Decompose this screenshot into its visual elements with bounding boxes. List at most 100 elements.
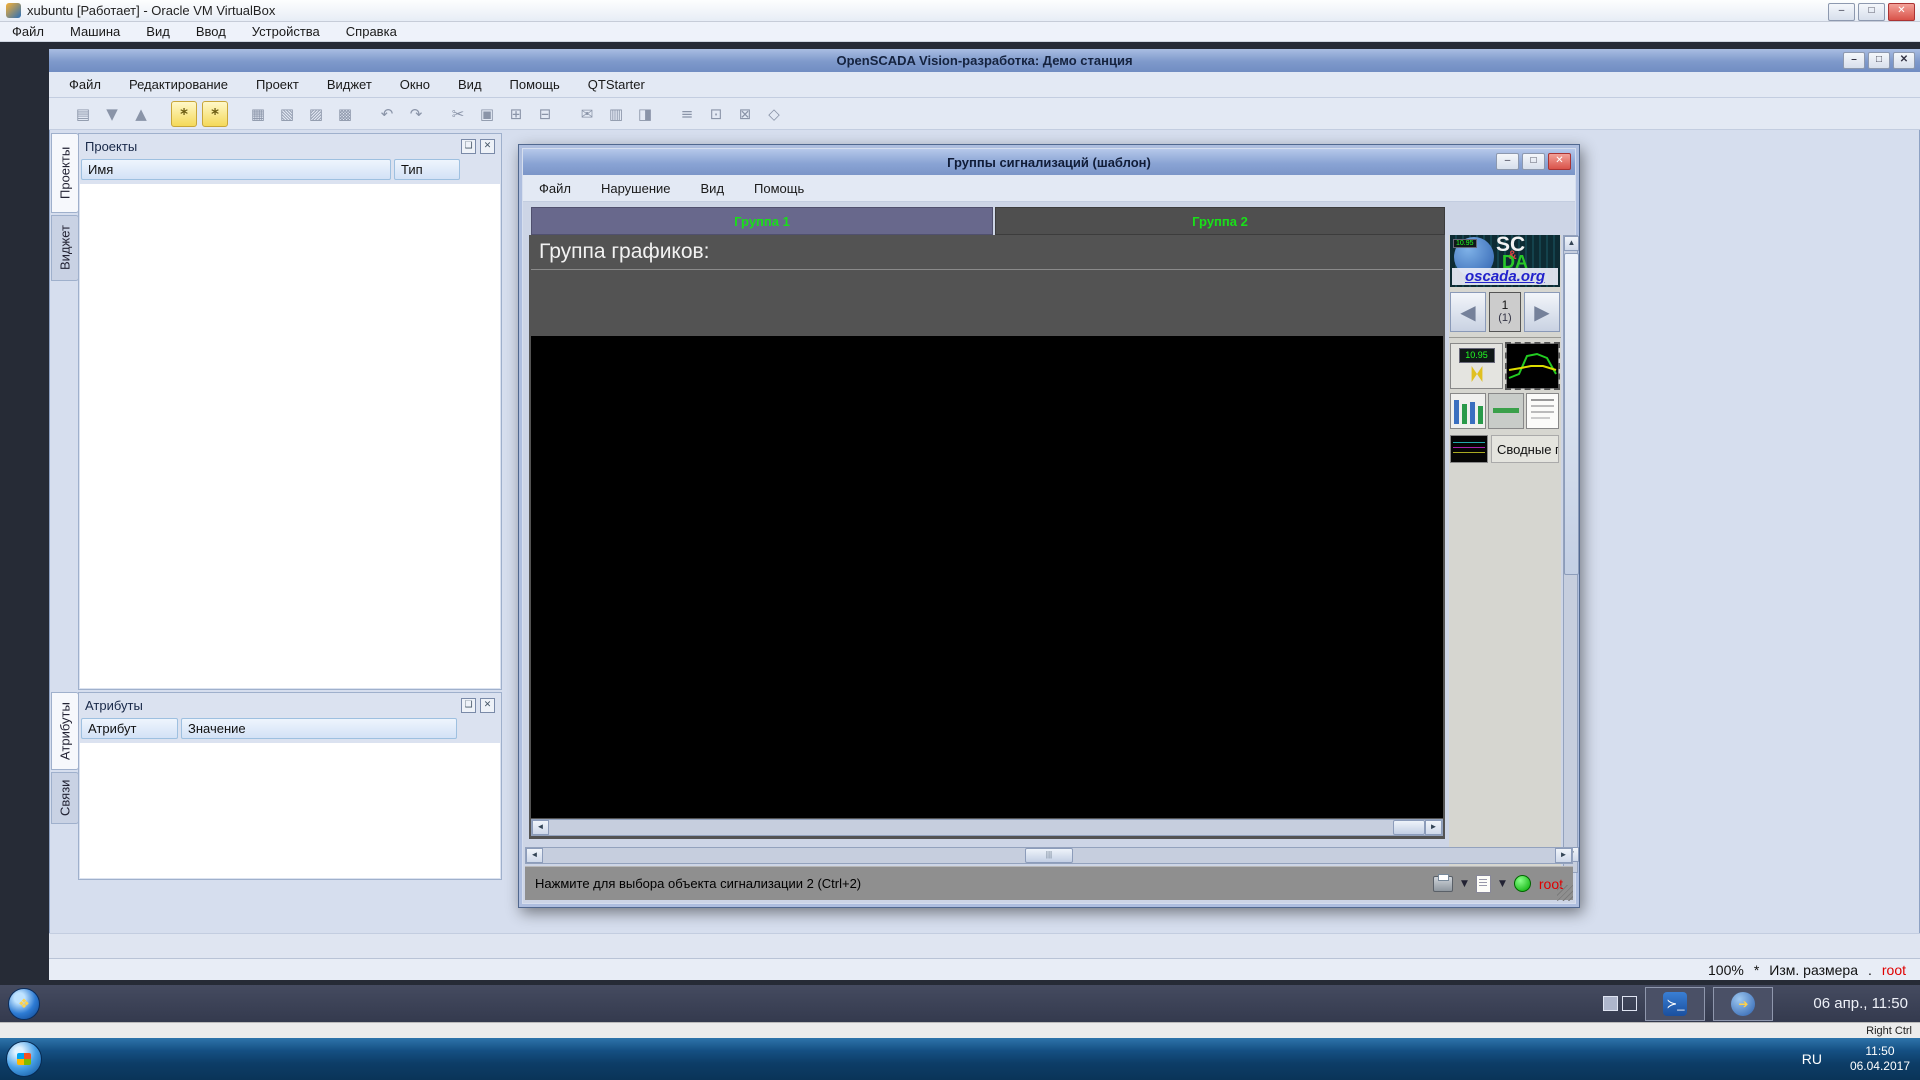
minimize-icon[interactable]: –: [1828, 3, 1855, 21]
tab-attributes[interactable]: Атрибуты: [51, 692, 79, 770]
next-page-icon[interactable]: ▶: [1524, 292, 1560, 332]
toolbar-icon[interactable]: ▧: [275, 102, 299, 126]
toolbar-icon[interactable]: ⊞: [504, 102, 528, 126]
toolbar-icon[interactable]: ✂: [446, 102, 470, 126]
tab-links[interactable]: Связи: [51, 772, 79, 824]
toolbar-icon[interactable]: ⊠: [733, 102, 757, 126]
tab-group1[interactable]: Группа 1: [531, 207, 993, 235]
column-header-value[interactable]: Значение: [181, 718, 457, 739]
scrollbar-thumb[interactable]: [1564, 253, 1579, 575]
language-indicator[interactable]: RU: [1802, 1051, 1822, 1067]
tab-group2[interactable]: Группа 2: [995, 207, 1445, 235]
trend-chart[interactable]: [531, 336, 1443, 818]
close-icon[interactable]: ✕: [1548, 153, 1571, 170]
menu-item-вид[interactable]: Вид: [699, 181, 727, 196]
scroll-up-icon[interactable]: ▲: [1564, 236, 1579, 251]
menu-item-устройства[interactable]: Устройства: [250, 24, 322, 39]
maximize-icon[interactable]: □: [1522, 153, 1545, 170]
summary-graphs-label[interactable]: Сводные гра: [1491, 435, 1559, 463]
thumbnail-faceplate[interactable]: [1488, 393, 1524, 429]
close-icon[interactable]: ✕: [480, 139, 495, 154]
start-button[interactable]: ❖: [8, 988, 40, 1020]
close-icon[interactable]: ✕: [1888, 3, 1915, 21]
menu-item-нарушение[interactable]: Нарушение: [599, 181, 673, 196]
workspace-1[interactable]: [1603, 996, 1618, 1011]
toolbar-icon[interactable]: ⊡: [704, 102, 728, 126]
menu-item-вид[interactable]: Вид: [144, 24, 172, 39]
toolbar-icon[interactable]: ✉: [575, 102, 599, 126]
logo-site-link[interactable]: oscada.org: [1452, 268, 1558, 285]
column-header-attribute[interactable]: Атрибут: [81, 718, 178, 739]
menu-item-проект[interactable]: Проект: [254, 77, 301, 92]
terminal-launcher[interactable]: ≻_: [1645, 987, 1705, 1021]
thumbnail-chart-selected[interactable]: [1506, 343, 1559, 389]
menu-item-редактирование[interactable]: Редактирование: [127, 77, 230, 92]
tab-projects[interactable]: Проекты: [51, 133, 79, 213]
close-icon[interactable]: ✕: [480, 698, 495, 713]
menu-item-помощь[interactable]: Помощь: [508, 77, 562, 92]
scrollbar-thumb[interactable]: |||: [1025, 848, 1073, 863]
prev-page-icon[interactable]: ◀: [1450, 292, 1486, 332]
resize-grip[interactable]: [1557, 885, 1573, 901]
dialog-titlebar[interactable]: Группы сигнализаций (шаблон): [523, 149, 1575, 175]
minimize-icon[interactable]: –: [1496, 153, 1519, 170]
workspace-pager[interactable]: [1603, 996, 1637, 1011]
menu-item-виджет[interactable]: Виджет: [325, 77, 374, 92]
toolbar-icon[interactable]: ↶: [375, 102, 399, 126]
toolbar-icon[interactable]: ▨: [304, 102, 328, 126]
toolbar-icon[interactable]: ▼: [100, 102, 124, 126]
float-panel-icon[interactable]: ❑: [461, 698, 476, 713]
toolbar-icon[interactable]: *: [171, 101, 197, 127]
oscada-logo[interactable]: 10.95 SC & DA oscada.org: [1450, 235, 1560, 287]
workspace-2[interactable]: [1622, 996, 1637, 1011]
maximize-icon[interactable]: □: [1858, 3, 1885, 21]
toolbar-icon[interactable]: ▤: [71, 102, 95, 126]
main-window-titlebar[interactable]: OpenSCADA Vision-разработка: Демо станци…: [49, 49, 1920, 72]
toolbar-icon[interactable]: *: [202, 101, 228, 127]
menu-item-помощь[interactable]: Помощь: [752, 181, 806, 196]
menu-item-ввод[interactable]: Ввод: [194, 24, 228, 39]
thumbnail-document[interactable]: [1526, 393, 1559, 429]
thumbnail-summary-graphs[interactable]: [1450, 435, 1488, 463]
menu-item-справка[interactable]: Справка: [344, 24, 399, 39]
float-panel-icon[interactable]: ❑: [461, 139, 476, 154]
minimize-icon[interactable]: –: [1843, 52, 1865, 69]
menu-item-qtstarter[interactable]: QTStarter: [586, 77, 647, 92]
toolbar-icon[interactable]: ≡: [675, 102, 699, 126]
toolbar-icon[interactable]: ▦: [246, 102, 270, 126]
maximize-icon[interactable]: □: [1868, 52, 1890, 69]
dialog-horizontal-scrollbar[interactable]: ◄ ||| ►: [525, 847, 1573, 864]
windows-start-button[interactable]: [6, 1041, 42, 1077]
toolbar-icon[interactable]: ▥: [604, 102, 628, 126]
tab-widget[interactable]: Виджет: [51, 215, 79, 281]
thumbnail-valve[interactable]: 10.95: [1450, 343, 1503, 389]
toolbar-icon[interactable]: ⊟: [533, 102, 557, 126]
menu-item-окно[interactable]: Окно: [398, 77, 432, 92]
scrollbar-thumb[interactable]: [1393, 820, 1425, 835]
print-dropdown-icon[interactable]: ▼: [1461, 879, 1468, 889]
menu-item-файл[interactable]: Файл: [537, 181, 573, 196]
toolbar-icon[interactable]: ▣: [475, 102, 499, 126]
toolbar-icon[interactable]: ◨: [633, 102, 657, 126]
scroll-right-icon[interactable]: ►: [1555, 848, 1572, 863]
print-icon[interactable]: [1433, 876, 1453, 892]
toolbar-icon[interactable]: ↷: [404, 102, 428, 126]
export-icon[interactable]: [1476, 875, 1491, 893]
oscada-launcher[interactable]: ➔: [1713, 987, 1773, 1021]
scroll-right-icon[interactable]: ►: [1425, 820, 1442, 835]
scroll-left-icon[interactable]: ◄: [526, 848, 543, 863]
column-header-name[interactable]: Имя: [81, 159, 391, 180]
dialog-vertical-scrollbar[interactable]: ▲ ▼: [1563, 235, 1578, 873]
column-header-type[interactable]: Тип: [394, 159, 460, 180]
scroll-left-icon[interactable]: ◄: [532, 820, 549, 835]
thumbnail-bars[interactable]: [1450, 393, 1486, 429]
close-icon[interactable]: ✕: [1893, 52, 1915, 69]
toolbar-icon[interactable]: ▩: [333, 102, 357, 126]
menu-item-файл[interactable]: Файл: [10, 24, 46, 39]
menu-item-файл[interactable]: Файл: [67, 77, 103, 92]
clock[interactable]: 06 апр., 11:50: [1813, 995, 1908, 1012]
toolbar-icon[interactable]: ▲: [129, 102, 153, 126]
menu-item-вид[interactable]: Вид: [456, 77, 484, 92]
chart-horizontal-scrollbar[interactable]: ◄ ►: [531, 819, 1443, 836]
toolbar-icon[interactable]: ◇: [762, 102, 786, 126]
